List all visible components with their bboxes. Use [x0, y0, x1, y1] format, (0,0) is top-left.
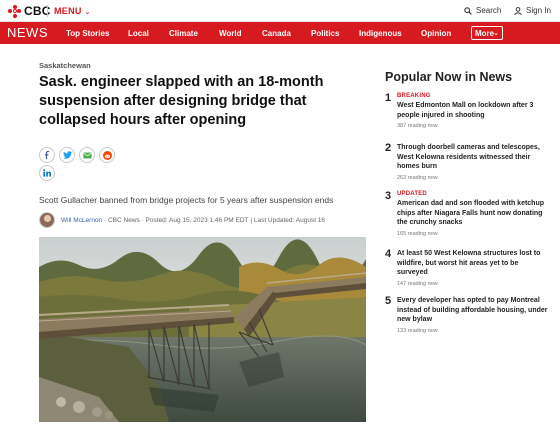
- menu-button[interactable]: MENU ⌄: [54, 6, 91, 16]
- reading-count: 387 reading now: [397, 123, 438, 129]
- email-icon[interactable]: [79, 147, 95, 163]
- top-bar: CBC MENU ⌄ Search Sign In: [0, 0, 560, 22]
- popular-headline[interactable]: Through doorbell cameras and telescopes,…: [397, 143, 549, 172]
- breaking-badge: BREAKING: [397, 93, 431, 99]
- share-buttons-row-2: [39, 165, 55, 181]
- popular-now-title: Popular Now in News: [385, 70, 513, 84]
- chevron-down-icon: ⌄: [84, 9, 91, 16]
- chevron-down-icon: ⌄: [493, 30, 499, 37]
- popular-headline[interactable]: American dad and son flooded with ketchu…: [397, 199, 549, 228]
- reading-count: 133 reading now: [397, 327, 438, 334]
- popular-headline[interactable]: West Edmonton Mall on lockdown after 3 p…: [397, 101, 549, 120]
- nav-item-canada[interactable]: Canada: [262, 29, 291, 38]
- search-label: Search: [476, 6, 502, 15]
- nav-item-world[interactable]: World: [219, 29, 242, 38]
- cbc-logo[interactable]: CBC: [8, 4, 51, 18]
- rank-number: 3: [385, 190, 392, 202]
- nav-item-politics[interactable]: Politics: [311, 29, 339, 38]
- rank-number: 1: [385, 92, 392, 104]
- nav-item-local[interactable]: Local: [128, 29, 149, 38]
- updated-date: Last Updated: August 16: [253, 216, 326, 224]
- nav-item-indigenous[interactable]: Indigenous: [359, 29, 402, 38]
- outlet-name: CBC News: [107, 216, 140, 224]
- posted-date: Posted: Aug 15, 2023 1:46 PM EDT: [145, 216, 249, 224]
- news-nav-bar: NEWS Top Stories Local Climate World Can…: [0, 22, 560, 44]
- reddit-icon[interactable]: [99, 147, 115, 163]
- news-brand-link[interactable]: NEWS: [7, 25, 48, 40]
- search-icon: [464, 6, 472, 15]
- linkedin-icon[interactable]: [39, 165, 55, 181]
- updated-badge: UPDATED: [397, 191, 427, 197]
- cbc-gem-icon: [8, 4, 21, 18]
- divider: [47, 5, 48, 17]
- article-subheadline: Scott Gullacher banned from bridge proje…: [39, 195, 334, 205]
- author-avatar: [39, 212, 55, 228]
- facebook-icon[interactable]: [39, 147, 55, 163]
- article-photo: [39, 237, 366, 422]
- collapsed-bridge-photo: [39, 237, 366, 422]
- rank-number: 4: [385, 248, 392, 260]
- menu-label: MENU: [54, 6, 82, 16]
- search-button[interactable]: Search: [464, 6, 501, 15]
- sign-in-button[interactable]: Sign In: [514, 6, 551, 15]
- reading-count: 165 reading now: [397, 230, 438, 237]
- section-label[interactable]: Saskatchewan: [39, 61, 91, 70]
- author-link[interactable]: Will McLernon: [61, 217, 102, 224]
- sign-in-label: Sign In: [526, 6, 551, 15]
- twitter-icon[interactable]: [59, 147, 75, 163]
- nav-item-climate[interactable]: Climate: [169, 29, 198, 38]
- rank-number: 5: [385, 295, 392, 307]
- byline: Will McLernon · CBC News · Posted: Aug 1…: [39, 212, 325, 228]
- reading-count: 263 reading now: [397, 174, 438, 181]
- nav-item-top-stories[interactable]: Top Stories: [66, 29, 109, 38]
- popular-headline[interactable]: At least 50 West Kelowna structures lost…: [397, 249, 549, 278]
- popular-headline[interactable]: Every developer has opted to pay Montrea…: [397, 296, 549, 325]
- rank-number: 2: [385, 142, 392, 154]
- user-icon: [514, 6, 522, 15]
- more-button[interactable]: More ⌄: [471, 26, 503, 40]
- reading-count: 147 reading now: [397, 280, 438, 287]
- nav-item-opinion[interactable]: Opinion: [421, 29, 451, 38]
- article-headline: Sask. engineer slapped with an 18-month …: [39, 74, 324, 128]
- more-label: More: [475, 29, 495, 38]
- share-buttons: [39, 147, 115, 163]
